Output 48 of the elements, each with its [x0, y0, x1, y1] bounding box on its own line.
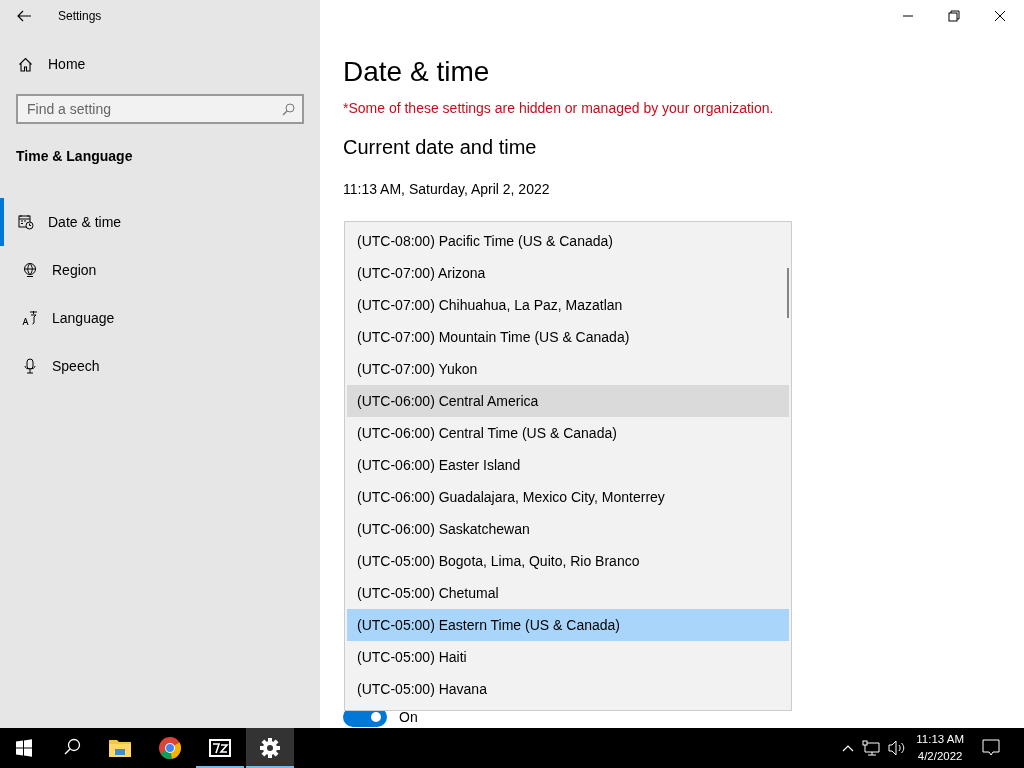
browser-icon	[159, 737, 181, 759]
taskbar-app[interactable]	[246, 728, 294, 768]
back-icon[interactable]	[17, 10, 31, 22]
network-icon[interactable]	[862, 740, 881, 756]
policy-notice: *Some of these settings are hidden or managed by your organization.	[343, 100, 775, 116]
notification-icon[interactable]	[982, 739, 1000, 757]
search-field[interactable]: Find a setting	[16, 94, 304, 124]
current-datetime: 11:13 AM, Saturday, April 2, 2022	[343, 181, 551, 197]
timezone-option[interactable]: (UTC-07:00) Yukon	[347, 353, 789, 385]
clock-date[interactable]: 4/2/2022	[917, 748, 963, 765]
home-icon	[18, 56, 33, 72]
timezone-option[interactable]: (UTC-06:00) Easter Island	[347, 449, 789, 481]
search-icon	[282, 103, 295, 116]
toggle-label: On	[399, 709, 418, 725]
folder-icon	[109, 739, 131, 757]
microphone-icon	[22, 358, 38, 374]
archive-app-icon	[209, 739, 231, 757]
timezone-option[interactable]: (UTC-05:00) Havana	[347, 673, 789, 705]
scrollbar-thumb[interactable]	[787, 268, 789, 318]
timezone-option[interactable]: (UTC-05:00) Haiti	[347, 641, 789, 673]
nav-item[interactable]: Language	[0, 294, 320, 342]
gear-icon	[260, 738, 280, 758]
timezone-option[interactable]: (UTC-07:00) Chihuahua, La Paz, Mazatlan	[347, 289, 789, 321]
volume-icon[interactable]	[888, 740, 907, 756]
calendar-clock-icon	[18, 214, 34, 230]
timezone-option[interactable]: (UTC-06:00) Saskatchewan	[347, 513, 789, 545]
timezone-option[interactable]: (UTC-05:00) Bogota, Lima, Quito, Rio Branco	[347, 545, 789, 577]
section-heading: Current date and time	[343, 136, 538, 159]
caret-up-icon[interactable]	[842, 744, 855, 752]
timezone-option[interactable]: (UTC-06:00) Guadalajara, Mexico City, Monterrey	[347, 481, 789, 513]
restore-button[interactable]	[948, 10, 960, 22]
timezone-option[interactable]: (UTC-06:00) Central Time (US & Canada)	[347, 417, 789, 449]
nav-item[interactable]: Region	[0, 246, 320, 294]
globe-icon	[22, 262, 38, 278]
window-title: Settings	[58, 9, 102, 23]
timezone-option[interactable]: (UTC-05:00) Eastern Time (US & Canada)	[347, 609, 789, 641]
close-button[interactable]	[994, 10, 1006, 22]
timezone-option[interactable]: (UTC-06:00) Central America	[347, 385, 789, 417]
timezone-option[interactable]: (UTC-05:00) Chetumal	[347, 577, 789, 609]
timezone-option[interactable]: (UTC-08:00) Pacific Time (US & Canada)	[347, 225, 789, 257]
section-heading: Time & Language	[16, 148, 134, 164]
page-title: Date & time	[343, 55, 491, 89]
language-icon	[22, 310, 38, 326]
clock-time[interactable]: 11:13 AM	[916, 731, 964, 748]
timezone-option[interactable]: (UTC-07:00) Mountain Time (US & Canada)	[347, 321, 789, 353]
home-link[interactable]: Home	[0, 56, 86, 72]
timezone-option[interactable]: (UTC-07:00) Arizona	[347, 257, 789, 289]
nav-item[interactable]: Speech	[0, 342, 320, 390]
